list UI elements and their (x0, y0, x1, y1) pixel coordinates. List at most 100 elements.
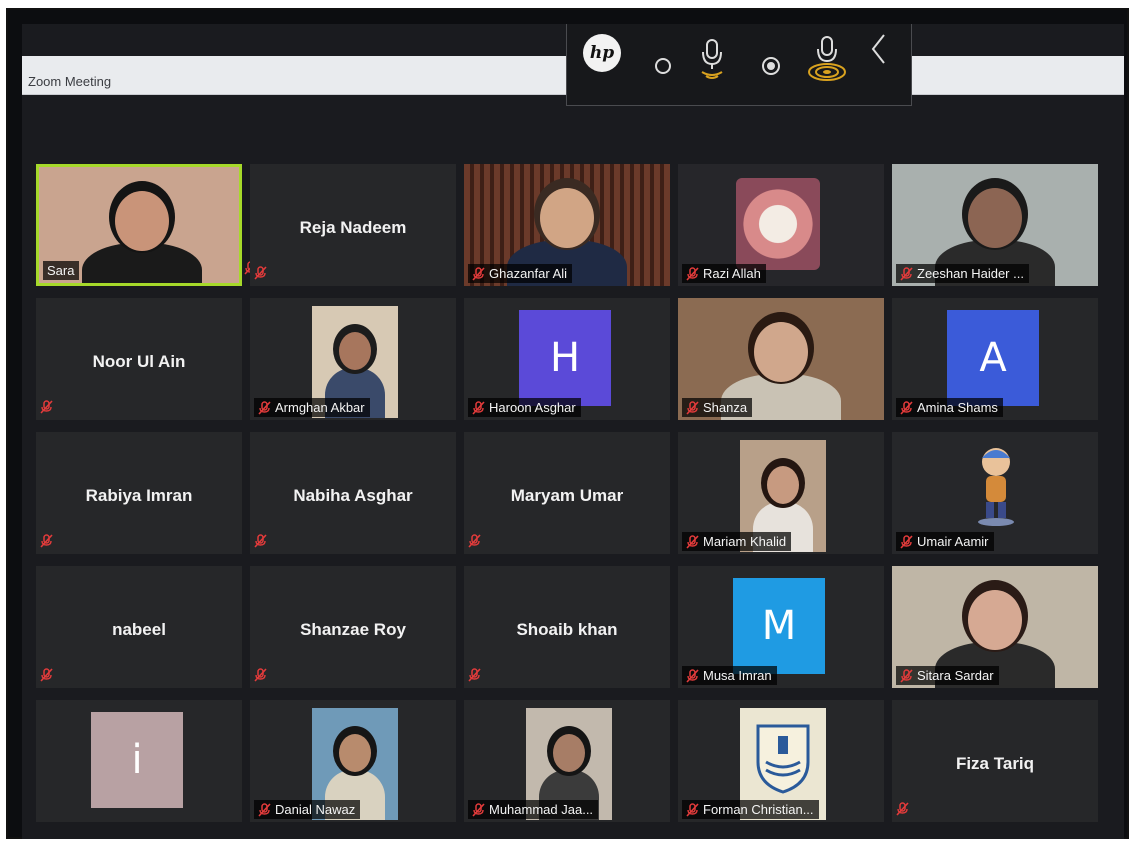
participant-name-label: Forman Christian... (682, 800, 819, 819)
participant-tile[interactable]: Rabiya Imran (36, 432, 242, 554)
participant-tile[interactable]: Shoaib khan (464, 566, 670, 688)
participant-name: Muhammad Jaa... (489, 802, 594, 817)
participant-name: Reja Nadeem (299, 217, 407, 237)
person-face (339, 734, 371, 772)
participant-tile[interactable]: A Amina Shams (892, 298, 1098, 420)
muted-mic-icon (40, 668, 53, 682)
participant-name: nabeel (112, 619, 166, 639)
muted-mic-icon (258, 400, 271, 415)
participant-tile[interactable]: Danial Nawaz (250, 700, 456, 822)
participant-name-label: Sitara Sardar (896, 666, 999, 685)
participant-tile[interactable]: Muhammad Jaa... (464, 700, 670, 822)
chevron-left-icon[interactable] (869, 32, 889, 71)
person-face (339, 332, 371, 370)
participant-tile[interactable]: Razi Allah (678, 164, 884, 286)
participant-name-label: Armghan Akbar (254, 398, 370, 417)
participant-name: Fiza Tariq (955, 753, 1035, 773)
participant-name: Mariam Khalid (703, 534, 787, 549)
participant-gallery: Sara Reja Nadeem Ghazanfar Ali Razi Allah Ze… (36, 164, 1116, 839)
muted-mic-icon (468, 534, 481, 548)
participant-tile[interactable]: Forman Christian... (678, 700, 884, 822)
participant-tile[interactable]: Shanzae Roy (250, 566, 456, 688)
person-face (968, 188, 1022, 248)
participant-name-label: Haroon Asghar (468, 398, 581, 417)
participant-name: Danial Nawaz (275, 802, 356, 817)
participant-tile[interactable]: Armghan Akbar (250, 298, 456, 420)
muted-mic-icon (900, 534, 913, 549)
muted-mic-icon (254, 534, 267, 548)
participant-name: Zeeshan Haider ... (917, 266, 1024, 281)
participant-tile[interactable]: Maryam Umar (464, 432, 670, 554)
participant-name: Rabiya Imran (85, 485, 193, 505)
muted-mic-icon (472, 802, 485, 817)
participant-name-label: Ghazanfar Ali (468, 264, 573, 283)
person-face (115, 191, 169, 251)
participant-name: Razi Allah (703, 266, 761, 281)
muted-mic-icon (896, 802, 909, 816)
participant-name-label: Sara (43, 261, 80, 280)
person-face (767, 466, 799, 504)
participant-tile[interactable]: H Haroon Asghar (464, 298, 670, 420)
participant-tile[interactable]: M Musa Imran (678, 566, 884, 688)
participant-tile[interactable]: Shanza (678, 298, 884, 420)
participant-name: Maryam Umar (510, 485, 624, 505)
participant-name-label: Umair Aamir (896, 532, 994, 551)
monitor-frame: Zoom Meeting hp Sara Reja Nadeem Ghazanf… (6, 8, 1129, 839)
mic-broadcast-icon[interactable] (803, 34, 851, 89)
participant-tile[interactable]: Fiza Tariq (892, 700, 1098, 822)
participant-name-label: Shanza (682, 398, 753, 417)
muted-mic-icon (40, 400, 53, 414)
muted-mic-icon (900, 266, 913, 281)
muted-mic-icon (686, 534, 699, 549)
participant-tile[interactable]: Ghazanfar Ali (464, 164, 670, 286)
person-face (540, 188, 594, 248)
college-crest (754, 722, 812, 796)
muted-mic-icon (40, 534, 53, 548)
participant-tile[interactable]: Sara (36, 164, 257, 286)
participant-name-label: Amina Shams (896, 398, 1003, 417)
participant-name-label: Muhammad Jaa... (468, 800, 599, 819)
participant-tile[interactable]: nabeel (36, 566, 242, 688)
muted-mic-icon (468, 668, 481, 682)
participant-name: Shanza (703, 400, 748, 415)
participant-name-label: Razi Allah (682, 264, 766, 283)
participant-name: Sitara Sardar (917, 668, 994, 683)
participant-tile[interactable]: Reja Nadeem (250, 164, 456, 286)
participant-tile[interactable]: Noor Ul Ain (36, 298, 242, 420)
participant-name: Amina Shams (917, 400, 998, 415)
participant-name-label: Mariam Khalid (682, 532, 792, 551)
participant-name: Haroon Asghar (489, 400, 576, 415)
participant-tile[interactable]: Zeeshan Haider ... (892, 164, 1098, 286)
participant-name: Nabiha Asghar (293, 485, 413, 505)
participant-tile[interactable]: Umair Aamir (892, 432, 1098, 554)
record-icon[interactable] (762, 57, 780, 75)
person-face (968, 590, 1022, 650)
cartoon-avatar (972, 442, 1020, 526)
zoom-window: Zoom Meeting hp Sara Reja Nadeem Ghazanf… (22, 24, 1124, 839)
participant-tile[interactable]: Nabiha Asghar (250, 432, 456, 554)
participant-name-label: Musa Imran (682, 666, 777, 685)
participant-tile[interactable]: i (36, 700, 242, 822)
muted-mic-icon (686, 668, 699, 683)
person-face (553, 734, 585, 772)
muted-mic-icon (254, 668, 267, 682)
participant-tile[interactable]: Mariam Khalid (678, 432, 884, 554)
muted-mic-icon (686, 266, 699, 281)
participant-tile[interactable]: Sitara Sardar (892, 566, 1098, 688)
muted-mic-icon (258, 802, 271, 817)
muted-mic-icon (686, 802, 699, 817)
circle-icon[interactable] (655, 58, 671, 74)
muted-mic-icon (472, 266, 485, 281)
muted-mic-icon (900, 400, 913, 415)
window-title: Zoom Meeting (28, 74, 112, 89)
participant-avatar: M (733, 578, 825, 674)
participant-name: Shoaib khan (516, 619, 618, 639)
muted-mic-icon (254, 266, 267, 280)
participant-name: Musa Imran (703, 668, 772, 683)
profile-picture (736, 178, 820, 270)
mic-wave-icon[interactable] (695, 38, 729, 87)
muted-mic-icon (900, 668, 913, 683)
participant-name-label: Zeeshan Haider ... (896, 264, 1029, 283)
participant-avatar: H (519, 310, 611, 406)
hp-logo: hp (583, 34, 621, 72)
